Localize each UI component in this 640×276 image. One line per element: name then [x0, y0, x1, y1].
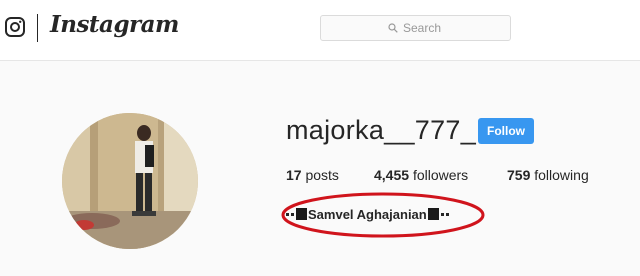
search-icon [388, 23, 398, 33]
search-box[interactable] [320, 15, 511, 41]
annotation-ellipse [281, 192, 485, 238]
profile-username: majorka__777_ [286, 115, 477, 145]
posts-count: 17 [286, 167, 302, 183]
following-stat[interactable]: 759 following [507, 167, 589, 183]
instagram-camera-icon[interactable] [5, 17, 25, 37]
posts-stat: 17 posts [286, 167, 339, 183]
posts-label: posts [305, 167, 339, 183]
follow-button[interactable]: Follow [478, 118, 534, 144]
avatar-photo [62, 113, 198, 249]
search-input[interactable] [403, 21, 443, 35]
followers-label: followers [412, 167, 469, 183]
profile-avatar[interactable] [62, 113, 198, 249]
following-label: following [534, 167, 589, 183]
instagram-wordmark[interactable]: Instagram [50, 11, 179, 38]
following-count: 759 [507, 167, 531, 183]
top-nav-bar: Instagram [0, 0, 640, 61]
followers-count: 4,455 [374, 167, 410, 183]
logo-divider [37, 14, 38, 42]
followers-stat[interactable]: 4,455 followers [374, 167, 468, 183]
